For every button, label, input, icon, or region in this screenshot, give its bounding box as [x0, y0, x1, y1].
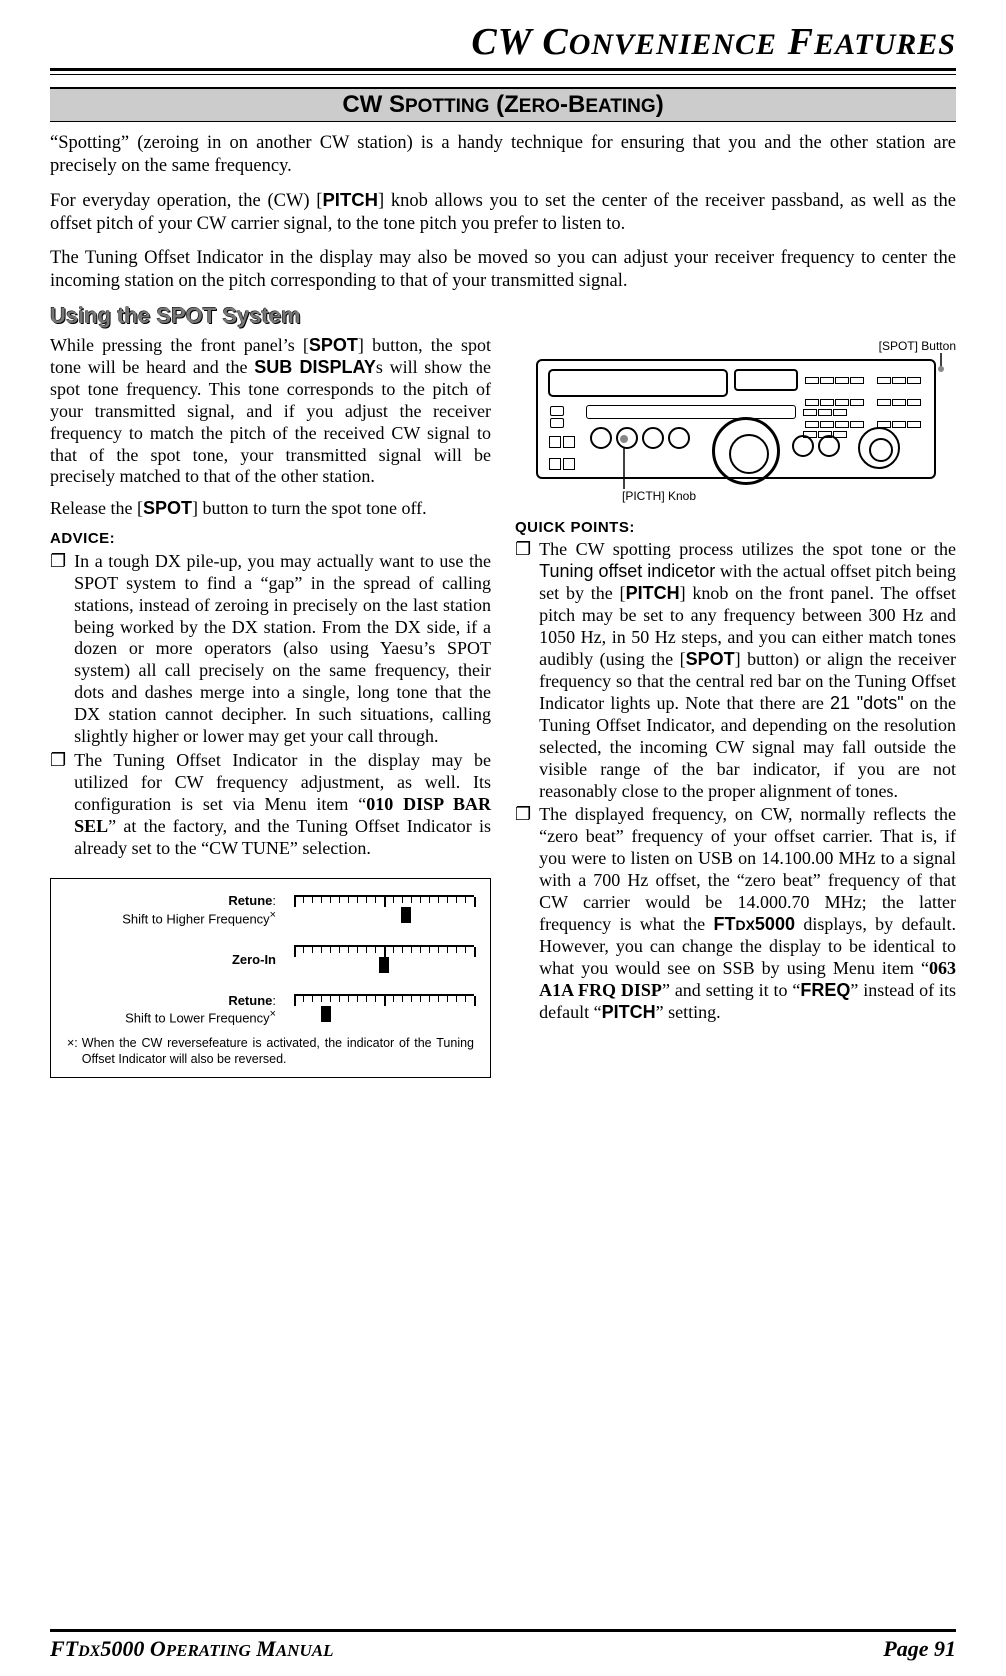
- left-column: While pressing the front panel’s [SPOT] …: [50, 333, 491, 1079]
- radio-diagram: [SPOT] Button: [536, 339, 956, 499]
- advice-heading: ADVICE:: [50, 530, 491, 548]
- quick-point-2: ❐ The displayed frequency, on CW, normal…: [515, 804, 956, 1024]
- bullet-text: The CW spotting process utilizes the spo…: [539, 539, 956, 802]
- intro-p2: For everyday operation, the (CW) [PITCH]…: [50, 188, 956, 236]
- text: Retune: [228, 993, 272, 1008]
- subheading-using-spot: Using the SPOT System: [50, 303, 956, 329]
- pitch-knob-callout: [PICTH] Knob: [622, 489, 696, 504]
- pitch-knob-label: PITCH: [322, 189, 378, 210]
- text: ” setting.: [656, 1002, 721, 1022]
- bullet-icon: ❐: [515, 539, 531, 802]
- indicator-lower: [294, 994, 474, 1024]
- intro-p1: “Spotting” (zeroing in on another CW sta…: [50, 132, 956, 178]
- spot-button-label: SPOT: [143, 498, 192, 518]
- note-text: When the CW reversefeature is activated,…: [82, 1036, 474, 1067]
- retune-lower-label: Retune: Shift to Lower Frequency×: [125, 993, 276, 1027]
- zero-in-label: Zero-In: [232, 952, 276, 968]
- rule-thin: [50, 74, 956, 75]
- chapter-title: CW CONVENIENCE FEATURES: [50, 20, 956, 64]
- intro-p3: The Tuning Offset Indicator in the displ…: [50, 247, 956, 293]
- indicator-note: ×: When the CW reversefeature is activat…: [67, 1036, 474, 1067]
- quick-point-1: ❐ The CW spotting process utilizes the s…: [515, 539, 956, 802]
- pitch-label: PITCH: [626, 583, 680, 603]
- text: 21 "dots": [830, 693, 904, 713]
- text: Release the [: [50, 498, 143, 518]
- text: Shift to Higher Frequency: [122, 911, 269, 926]
- quick-points-heading: QUICK POINTS:: [515, 519, 956, 537]
- right-column: [SPOT] Button: [515, 333, 956, 1079]
- freq-label: FREQ: [800, 980, 850, 1000]
- tuning-indicator-box: Retune: Shift to Higher Frequency× Zero-…: [50, 878, 491, 1078]
- bullet-icon: ❐: [50, 750, 66, 860]
- model-name: FTDX5000: [713, 914, 795, 934]
- pitch-label: PITCH: [602, 1002, 656, 1022]
- note-symbol: ×:: [67, 1036, 78, 1067]
- bullet-text: In a tough DX pile-up, you may actually …: [74, 551, 491, 749]
- text: Shift to Lower Frequency: [125, 1010, 270, 1025]
- text: The CW spotting process utilizes the spo…: [539, 539, 956, 559]
- callout-lines: [536, 339, 956, 509]
- bullet-text: The displayed frequency, on CW, normally…: [539, 804, 956, 1024]
- text: Tuning offset indicetor: [539, 561, 715, 581]
- section-heading: CW SPOTTING (ZERO-BEATING): [50, 87, 956, 122]
- page-number: Page 91: [883, 1636, 956, 1662]
- text: While pressing the front panel’s [: [50, 335, 309, 355]
- advice-bullet-1: ❐ In a tough DX pile-up, you may actuall…: [50, 551, 491, 749]
- retune-higher-label: Retune: Shift to Higher Frequency×: [122, 893, 276, 927]
- text: ” at the factory, and the Tuning Offset …: [74, 816, 491, 858]
- page-footer: FTDX5000 OPERATING MANUAL Page 91: [50, 1630, 956, 1662]
- text: ] button to turn the spot tone off.: [192, 498, 427, 518]
- advice-bullet-2: ❐ The Tuning Offset Indicator in the dis…: [50, 750, 491, 860]
- indicator-zero: [294, 945, 474, 975]
- sub-display-label: SUB DISPLAY: [254, 357, 376, 377]
- rule-thick: [50, 68, 956, 71]
- text: Retune: [228, 893, 272, 908]
- text: Zero-In: [232, 952, 276, 967]
- manual-title: FTDX5000 OPERATING MANUAL: [50, 1636, 333, 1662]
- bullet-text: The Tuning Offset Indicator in the displ…: [74, 750, 491, 860]
- bullet-icon: ❐: [515, 804, 531, 1024]
- text: For everyday operation, the (CW) [: [50, 191, 322, 211]
- indicator-higher: [294, 895, 474, 925]
- spot-button-label: SPOT: [309, 335, 358, 355]
- text: ” and setting it to “: [662, 980, 800, 1000]
- bullet-icon: ❐: [50, 551, 66, 749]
- spot-label: SPOT: [686, 649, 735, 669]
